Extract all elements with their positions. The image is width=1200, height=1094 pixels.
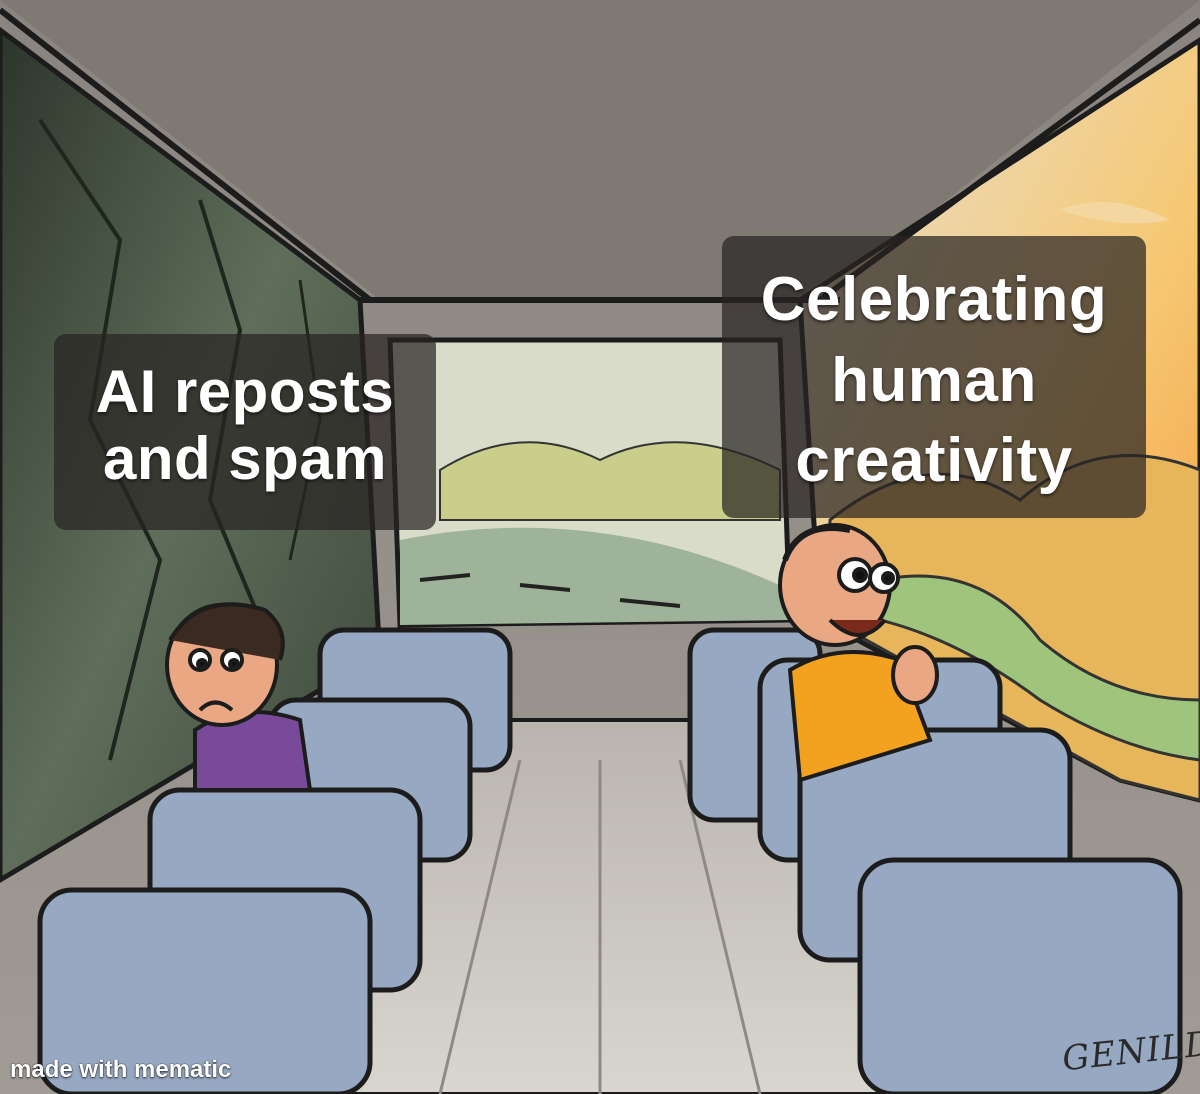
caption-left-box: AI reposts and spam [54,334,436,530]
watermark-text: made with mematic [10,1056,232,1083]
bus-interior-illustration [0,0,1200,1094]
caption-right-line-3: creativity [795,426,1073,496]
caption-left-line-2: and spam [102,425,388,493]
meme-image: AI reposts and spam Celebrating human cr… [0,0,1200,1094]
caption-left-line-1: AI reposts [95,358,395,425]
caption-right-line-2: human [831,345,1037,415]
caption-right-box: Celebrating human creativity [722,236,1146,518]
caption-right-line-1: Celebrating [760,265,1108,334]
